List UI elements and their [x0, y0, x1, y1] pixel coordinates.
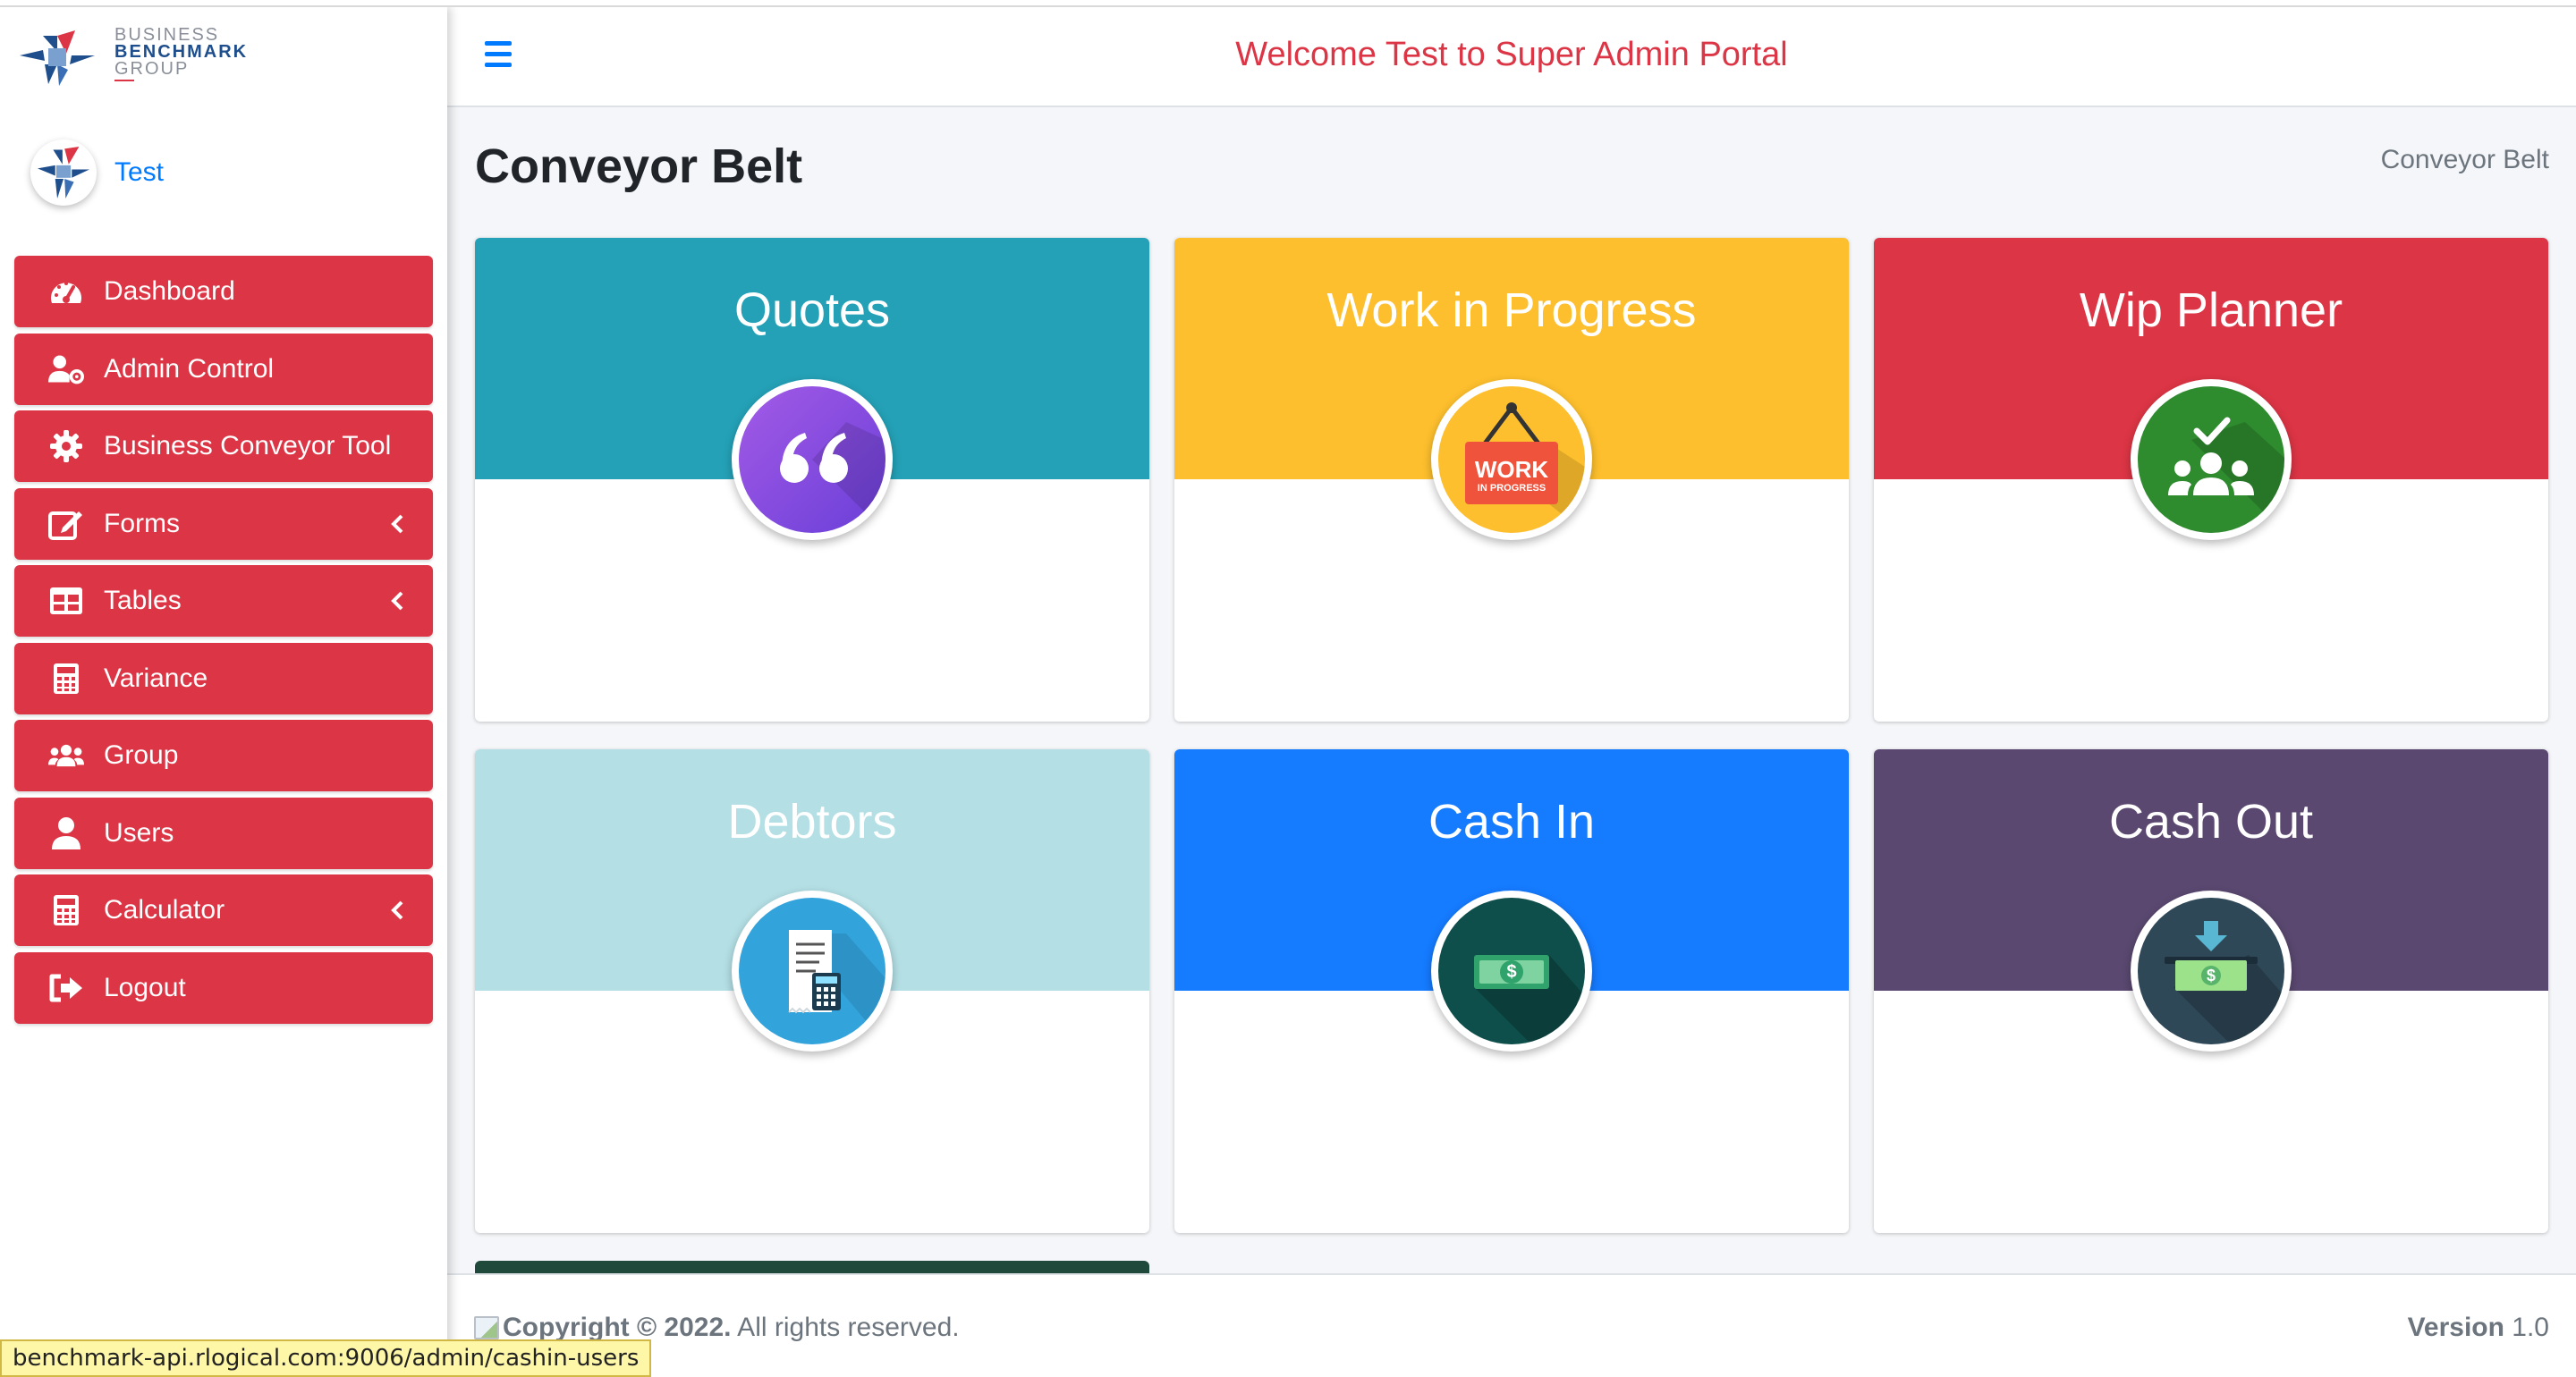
- sidebar-item-label: Calculator: [104, 895, 225, 925]
- quote-icon: [739, 386, 886, 533]
- wip-sign-subtext: IN PROGRESS: [1477, 483, 1546, 494]
- card-partial-next-row[interactable]: [475, 1261, 1149, 1273]
- cash-dollar-sign: $: [1506, 962, 1517, 982]
- copyright-text: Copyright © 2022. All rights reserved.: [474, 1313, 960, 1343]
- card-cash-out[interactable]: Cash Out $: [1874, 749, 2548, 1233]
- card-debtors[interactable]: Debtors: [475, 749, 1149, 1233]
- sidebar-item-users[interactable]: Users: [14, 797, 433, 869]
- edit-icon: [48, 506, 84, 542]
- card-icon-circle[interactable]: $: [1431, 891, 1592, 1052]
- brand-underline: [114, 80, 134, 81]
- calculator-icon: [48, 661, 84, 697]
- sidebar-nav: Dashboard Admin Control Business Conveyo…: [14, 256, 433, 1029]
- cash-icon: $: [1438, 898, 1585, 1044]
- user-cog-icon: [48, 351, 84, 387]
- invoice-calculator-icon: [739, 898, 886, 1044]
- card-cash-in[interactable]: Cash In $: [1174, 749, 1849, 1233]
- bbg-avatar-logo-icon: [38, 147, 89, 199]
- version-label: Version: [2407, 1313, 2504, 1342]
- user-panel[interactable]: Test: [30, 139, 424, 211]
- breadcrumb[interactable]: Conveyor Belt: [2381, 145, 2549, 175]
- chevron-left-icon: [385, 511, 410, 536]
- footer: Copyright © 2022. All rights reserved. V…: [447, 1273, 2576, 1377]
- copyright-label: Copyright © 2022.: [503, 1313, 732, 1342]
- sidebar-item-forms[interactable]: Forms: [14, 487, 433, 560]
- cash-withdraw-icon: $: [2138, 898, 2284, 1044]
- sidebar-item-label: Tables: [104, 586, 182, 615]
- sidebar-item-tables[interactable]: Tables: [14, 565, 433, 637]
- version-number: 1.0: [2504, 1313, 2549, 1342]
- chevron-left-icon: [385, 588, 410, 613]
- rights-text: All rights reserved.: [731, 1313, 960, 1342]
- card-title: Cash In: [1428, 795, 1596, 849]
- card-wip-planner[interactable]: Wip Planner: [1874, 238, 2548, 722]
- tachometer-icon: [48, 274, 84, 309]
- browser-status-url: benchmark-api.rlogical.com:9006/admin/ca…: [0, 1339, 652, 1377]
- calculator-icon: [48, 892, 84, 928]
- card-title: Wip Planner: [2079, 283, 2343, 337]
- page-title: Conveyor Belt: [475, 139, 803, 193]
- sidebar-item-label: Logout: [104, 972, 186, 1002]
- welcome-message: Welcome Test to Super Admin Portal: [1235, 36, 1788, 73]
- sidebar-item-dashboard[interactable]: Dashboard: [14, 256, 433, 327]
- brand-line-3: GROUP: [114, 59, 190, 79]
- user-name-link[interactable]: Test: [114, 157, 164, 188]
- card-icon-circle[interactable]: $: [2131, 891, 2292, 1052]
- top-header: Welcome Test to Super Admin Portal: [447, 7, 2576, 107]
- sidebar-item-group[interactable]: Group: [14, 720, 433, 791]
- version-text: Version 1.0: [2408, 1313, 2549, 1343]
- window-top-edge: [0, 0, 2576, 7]
- brand-logo[interactable]: BUSINESS BENCHMARK GROUP: [13, 25, 308, 88]
- card-icon-circle[interactable]: [732, 891, 893, 1052]
- sidebar-item-label: Dashboard: [104, 276, 235, 306]
- sidebar-item-calculator[interactable]: Calculator: [14, 874, 433, 946]
- card-icon-circle[interactable]: [732, 379, 893, 540]
- card-title: Quotes: [733, 283, 891, 337]
- card-icon-circle[interactable]: [2131, 379, 2292, 540]
- card-title: Debtors: [727, 795, 897, 849]
- sidebar-item-label: Group: [104, 740, 179, 770]
- sidebar-item-variance[interactable]: Variance: [14, 642, 433, 714]
- sidebar-item-business-conveyor-tool[interactable]: Business Conveyor Tool: [14, 410, 433, 482]
- sidebar-item-label: Forms: [104, 508, 180, 538]
- sidebar-item-label: Variance: [104, 663, 208, 693]
- user-icon: [48, 815, 84, 851]
- card-title: Cash Out: [2108, 795, 2314, 849]
- card-title: Work in Progress: [1326, 283, 1697, 337]
- table-icon: [48, 583, 84, 619]
- team-check-icon: [2138, 386, 2284, 533]
- sidebar-item-admin-control[interactable]: Admin Control: [14, 333, 433, 405]
- card-quotes[interactable]: Quotes: [475, 238, 1149, 722]
- chevron-left-icon: [385, 898, 410, 923]
- sidebar-item-label: Users: [104, 817, 174, 848]
- users-icon: [48, 738, 84, 773]
- gear-icon: [48, 428, 84, 464]
- sidebar-item-label: Business Conveyor Tool: [104, 431, 392, 460]
- work-in-progress-sign-icon: WORK IN PROGRESS: [1438, 386, 1585, 533]
- broken-image-icon: [474, 1316, 499, 1339]
- card-icon-circle[interactable]: WORK IN PROGRESS: [1431, 379, 1592, 540]
- cash-out-dollar-sign: $: [2206, 967, 2216, 984]
- sign-out-icon: [48, 970, 84, 1006]
- avatar[interactable]: [30, 139, 97, 206]
- brand-wordmark: BUSINESS BENCHMARK GROUP: [114, 26, 248, 81]
- wip-sign-text: WORK: [1474, 456, 1549, 483]
- sidebar: BUSINESS BENCHMARK GROUP Test Dashboard …: [0, 7, 447, 1377]
- sidebar-item-logout[interactable]: Logout: [14, 951, 433, 1024]
- sidebar-item-label: Admin Control: [104, 353, 275, 384]
- bbg-logo-icon: [20, 30, 95, 86]
- card-work-in-progress[interactable]: Work in Progress WORK IN PROGRESS: [1174, 238, 1849, 722]
